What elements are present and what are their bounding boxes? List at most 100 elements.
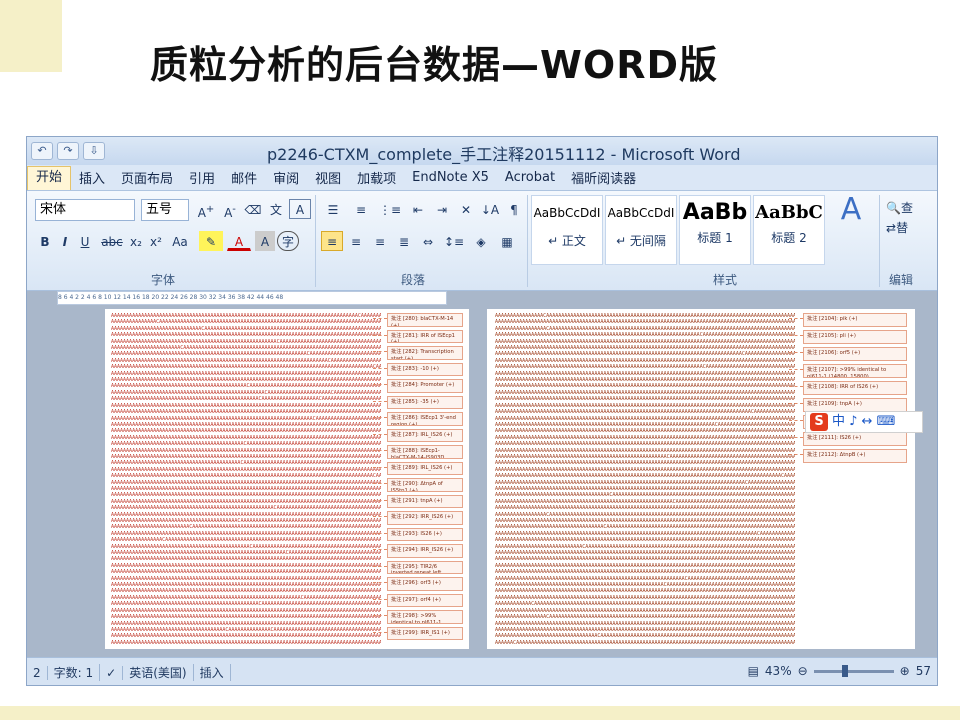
comment-link [789,420,803,421]
tab-review[interactable]: 审阅 [265,168,307,187]
borders-icon[interactable]: ▦ [495,231,519,251]
tab-addins[interactable]: 加载项 [349,168,404,187]
comment-balloon[interactable]: 批注 [298]: >99% identical to pl611-1 (166… [387,610,463,624]
increase-indent-icon[interactable]: ⇥ [431,199,453,219]
comment-balloon[interactable]: 批注 [293]: IS26 (+) [387,527,463,541]
justify-icon[interactable]: ≣ [393,231,415,251]
customize-qat-button[interactable]: ⇩ [83,142,105,160]
comment-balloon[interactable]: 批注 [2105]: pli (+) [803,330,907,344]
subscript-button[interactable]: x₂ [127,231,145,251]
zoom-slider[interactable] [813,664,894,677]
tab-view[interactable]: 视图 [307,168,349,187]
redo-button[interactable]: ↷ [57,142,79,160]
status-page[interactable]: 2 [27,665,48,680]
comment-balloon[interactable]: 批注 [280]: blaCTX-M-14 (+) [387,313,463,327]
align-right-icon[interactable]: ≡ [369,231,391,251]
highlight-icon[interactable]: ✎ [199,231,223,251]
font-color-icon[interactable]: A [227,231,251,251]
shrink-font-button[interactable]: A- [219,199,241,220]
numbering-icon[interactable]: ≡ [349,199,373,219]
comment-link [789,386,803,387]
tab-references[interactable]: 引用 [181,168,223,187]
comment-balloon[interactable]: 批注 [283]: -10 (+) [387,362,463,376]
comment-balloon[interactable]: 批注 [294]: IRR_IS26 (+) [387,544,463,558]
distributed-icon[interactable]: ⇔ [417,231,439,251]
font-name-select[interactable]: 宋体 [35,199,135,221]
show-marks-icon[interactable]: ¶ [503,199,525,219]
replace-button[interactable]: ⇄替 [885,217,925,237]
comment-balloon[interactable]: 批注 [2104]: pik (+) [803,313,907,327]
comment-balloon[interactable]: 批注 [289]: IRL_IS26 (+) [387,461,463,475]
comment-balloon[interactable]: 批注 [2107]: >99% identical to pl611-1 (14… [803,364,907,378]
style-heading-1[interactable]: AaBb 标题 1 [679,195,751,265]
comment-balloon[interactable]: 批注 [288]: ISEcp1-blaCTX-M-14-IS903D [387,445,463,459]
zoom-in-icon[interactable]: ⊕ [900,664,910,678]
font-size-select[interactable]: 五号 [141,199,189,221]
multilevel-list-icon[interactable]: ⋮≡ [377,199,403,219]
align-left-icon[interactable]: ≡ [321,231,343,251]
change-case-button[interactable]: Aa [167,231,193,251]
comment-balloon[interactable]: 批注 [299]: IRR_IS1 (+) [387,626,463,640]
comment-balloon[interactable]: 批注 [292]: IRR_IS26 (+) [387,511,463,525]
comment-balloon[interactable]: 批注 [286]: ISEcp1 3'-end region (+) [387,412,463,426]
comment-balloon[interactable]: 批注 [2108]: IRR of IS26 (+) [803,381,907,395]
find-button[interactable]: 🔍查 [885,197,925,217]
comment-balloon[interactable]: 批注 [297]: orf4 (+) [387,593,463,607]
phonetic-guide-icon[interactable]: 文 [265,199,287,219]
align-center-icon[interactable]: ≡ [345,231,367,251]
shading-icon[interactable]: ◈ [469,231,493,251]
comment-balloon[interactable]: 批注 [2109]: tnpA (+) [803,398,907,412]
comment-balloon[interactable]: 批注 [290]: ΔtnpA of IS5tp1 (+) [387,478,463,492]
change-styles-icon[interactable]: A [833,195,869,239]
enclose-char-icon[interactable]: 字 [277,231,299,251]
tab-endnote[interactable]: EndNote X5 [404,170,497,185]
tab-mailings[interactable]: 邮件 [223,168,265,187]
comment-balloon[interactable]: 批注 [2106]: orf5 (+) [803,347,907,361]
underline-button[interactable]: U [77,231,93,251]
document-page[interactable]: AAAAAAAAAAAAAAAACAAAAAAAAAAAAAAAAAAAAAAA… [487,309,915,649]
horizontal-ruler[interactable]: 8 6 4 2 2 4 6 8 10 12 14 16 18 20 22 24 … [57,291,447,305]
grow-font-button[interactable]: A+ [195,199,217,220]
tab-foxit[interactable]: 福昕阅读器 [563,168,644,187]
zoom-slider-thumb[interactable] [841,664,848,677]
tab-acrobat[interactable]: Acrobat [497,170,563,185]
tab-home[interactable]: 开始 [27,165,72,190]
comment-balloon[interactable]: 批注 [284]: Promoter (+) [387,379,463,393]
ime-toolbar[interactable]: S 中 ♪ ↔ ⌨ [805,411,923,433]
style-no-spacing[interactable]: AaBbCcDdI ↵ 无间隔 [605,195,677,265]
comment-balloon[interactable]: 批注 [2112]: ΔtnpB (+) [803,449,907,463]
decrease-indent-icon[interactable]: ⇤ [407,199,429,219]
char-shading-icon[interactable]: A [255,231,275,251]
comment-balloon[interactable]: 批注 [282]: Transcription start (+) [387,346,463,360]
zoom-out-icon[interactable]: ⊖ [798,664,808,678]
comment-balloon[interactable]: 批注 [287]: IRL_IS26 (+) [387,428,463,442]
comment-balloon[interactable]: 批注 [285]: -35 (+) [387,395,463,409]
document-page[interactable]: AAAAAAAAAAAAAAAAAAAAAAAAAAAAAAAAAAAAAAAA… [105,309,469,649]
char-border-icon[interactable]: A [289,199,311,219]
status-insert-mode[interactable]: 插入 [194,664,231,681]
comment-balloon[interactable]: 批注 [296]: orf3 (+) [387,577,463,591]
status-word-count[interactable]: 字数: 1 [48,664,101,681]
comment-balloon[interactable]: 批注 [291]: tnpA (+) [387,494,463,508]
comment-balloon[interactable]: 批注 [281]: IRR of ISEcp1 (+) [387,329,463,343]
line-spacing-icon[interactable]: ↕≡ [441,231,467,251]
clear-format-icon[interactable]: ⌫ [243,199,263,219]
sort-icon[interactable]: ↓A [479,199,501,219]
strikethrough-button[interactable]: abc [99,231,125,251]
italic-button[interactable]: I [57,231,73,251]
comment-balloon[interactable]: 批注 [2111]: IS26 (+) [803,432,907,446]
style-heading-2[interactable]: AaBbC 标题 2 [753,195,825,265]
zoom-level[interactable]: 43% [765,664,792,678]
chinese-layout-icon[interactable]: ✕ [455,199,477,219]
bullets-icon[interactable]: ☰ [321,199,345,219]
spellcheck-icon[interactable]: ✓ [100,665,124,680]
superscript-button[interactable]: x² [147,231,165,251]
bold-button[interactable]: B [37,231,53,251]
tab-page-layout[interactable]: 页面布局 [113,168,181,187]
status-language[interactable]: 英语(美国) [123,664,194,681]
comment-balloon[interactable]: 批注 [295]: TIR2/6 inverted repeat left, i… [387,560,463,574]
tab-insert[interactable]: 插入 [71,168,113,187]
view-mode-icon[interactable]: ▤ [748,664,759,678]
style-normal[interactable]: AaBbCcDdI ↵ 正文 [531,195,603,265]
undo-button[interactable]: ↶ [31,142,53,160]
